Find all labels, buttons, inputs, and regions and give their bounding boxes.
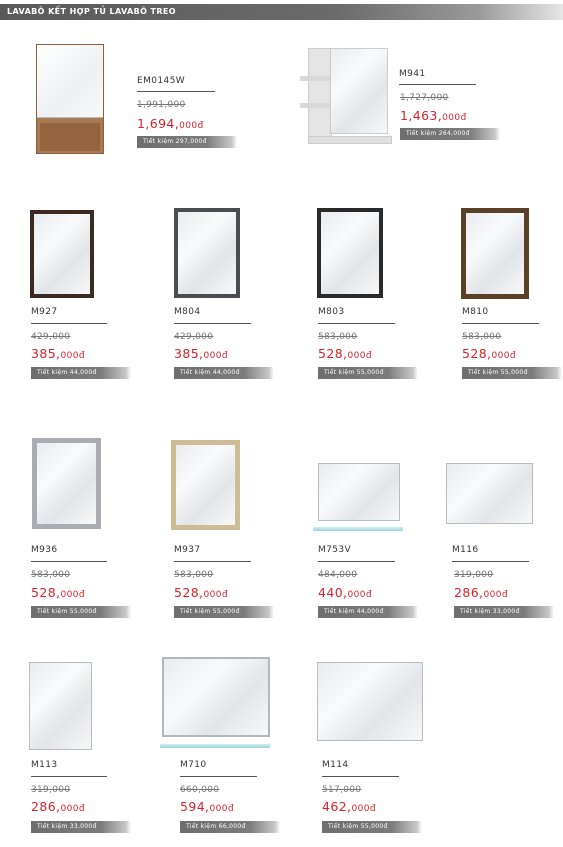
saving-badge: Tiết kiệm 297,000đ	[137, 136, 237, 148]
product-code[interactable]: M114	[322, 760, 349, 770]
product-image[interactable]	[162, 657, 270, 737]
product-code[interactable]: EM0145W	[137, 76, 185, 86]
divider	[318, 561, 395, 562]
divider	[174, 561, 251, 562]
saving-badge: Tiết kiệm 44,000đ	[318, 606, 418, 618]
new-price: 1,463,000đ	[400, 108, 467, 123]
old-price: 583,000	[31, 570, 71, 580]
product-image[interactable]	[317, 208, 383, 298]
product-image[interactable]	[171, 440, 240, 530]
product-image[interactable]	[29, 662, 92, 750]
new-price: 528,000đ	[462, 346, 516, 361]
shelf-glass	[313, 527, 403, 531]
product-code[interactable]: M803	[318, 307, 345, 317]
divider	[31, 323, 107, 324]
divider	[452, 561, 529, 562]
product-code[interactable]: M116	[452, 545, 479, 555]
new-price: 528,000đ	[318, 346, 372, 361]
old-price: 484,000	[318, 570, 358, 580]
new-price: 286,000đ	[31, 799, 85, 814]
old-price: 660,000	[180, 785, 220, 795]
divider	[462, 323, 539, 324]
new-price: 594,000đ	[180, 799, 234, 814]
product-code[interactable]: M927	[31, 307, 58, 317]
saving-badge: Tiết kiệm 55,000đ	[31, 606, 131, 618]
saving-badge: Tiết kiệm 44,000đ	[31, 367, 131, 379]
product-code[interactable]: M941	[399, 69, 426, 79]
product-image[interactable]	[36, 44, 104, 154]
product-code[interactable]: M804	[174, 307, 201, 317]
product-code[interactable]: M753V	[318, 545, 351, 555]
new-price: 528,000đ	[174, 585, 228, 600]
divider	[180, 776, 257, 777]
section-header: LAVABÔ KẾT HỢP TỦ LAVABÔ TREO	[0, 4, 563, 20]
product-code[interactable]: M810	[462, 307, 489, 317]
divider	[31, 561, 107, 562]
product-image[interactable]	[317, 662, 423, 741]
old-price: 1,991,000	[137, 100, 186, 110]
divider	[399, 84, 476, 85]
new-price: 385,000đ	[31, 346, 85, 361]
product-image[interactable]	[30, 210, 94, 298]
old-price: 583,000	[174, 570, 214, 580]
product-code[interactable]: M710	[180, 760, 207, 770]
product-image[interactable]	[318, 463, 400, 521]
old-price: 429,000	[31, 332, 71, 342]
product-image[interactable]	[32, 438, 101, 529]
new-price: 1,694,000đ	[137, 116, 204, 131]
new-price: 528,000đ	[31, 585, 85, 600]
saving-badge: Tiết kiệm 44,000đ	[174, 367, 274, 379]
old-price: 319,000	[454, 570, 494, 580]
new-price: 385,000đ	[174, 346, 228, 361]
new-price: 440,000đ	[318, 585, 372, 600]
old-price: 583,000	[318, 332, 358, 342]
product-code[interactable]: M113	[31, 760, 58, 770]
product-code[interactable]: M936	[31, 545, 58, 555]
saving-badge: Tiết kiệm 55,000đ	[318, 367, 418, 379]
new-price: 462,000đ	[322, 799, 376, 814]
saving-badge: Tiết kiệm 55,000đ	[174, 606, 274, 618]
old-price: 429,000	[174, 332, 214, 342]
product-image[interactable]	[300, 48, 392, 148]
saving-badge: Tiết kiệm 55,000đ	[462, 367, 562, 379]
saving-badge: Tiết kiệm 55,000đ	[322, 821, 422, 833]
divider	[137, 91, 215, 92]
old-price: 1,727,000	[400, 93, 449, 103]
new-price: 286,000đ	[454, 585, 508, 600]
product-image[interactable]	[446, 463, 533, 524]
product-code[interactable]: M937	[174, 545, 201, 555]
product-image[interactable]	[461, 208, 529, 299]
saving-badge: Tiết kiệm 33,000đ	[454, 606, 554, 618]
shelf-glass	[160, 744, 270, 748]
saving-badge: Tiết kiệm 264,000đ	[400, 128, 500, 140]
divider	[31, 776, 107, 777]
old-price: 583,000	[462, 332, 502, 342]
saving-badge: Tiết kiệm 33,000đ	[31, 821, 131, 833]
divider	[174, 323, 251, 324]
old-price: 319,000	[31, 785, 71, 795]
old-price: 517,000	[322, 785, 362, 795]
product-image[interactable]	[174, 208, 240, 298]
saving-badge: Tiết kiệm 66,000đ	[180, 821, 280, 833]
divider	[318, 323, 395, 324]
divider	[322, 776, 399, 777]
